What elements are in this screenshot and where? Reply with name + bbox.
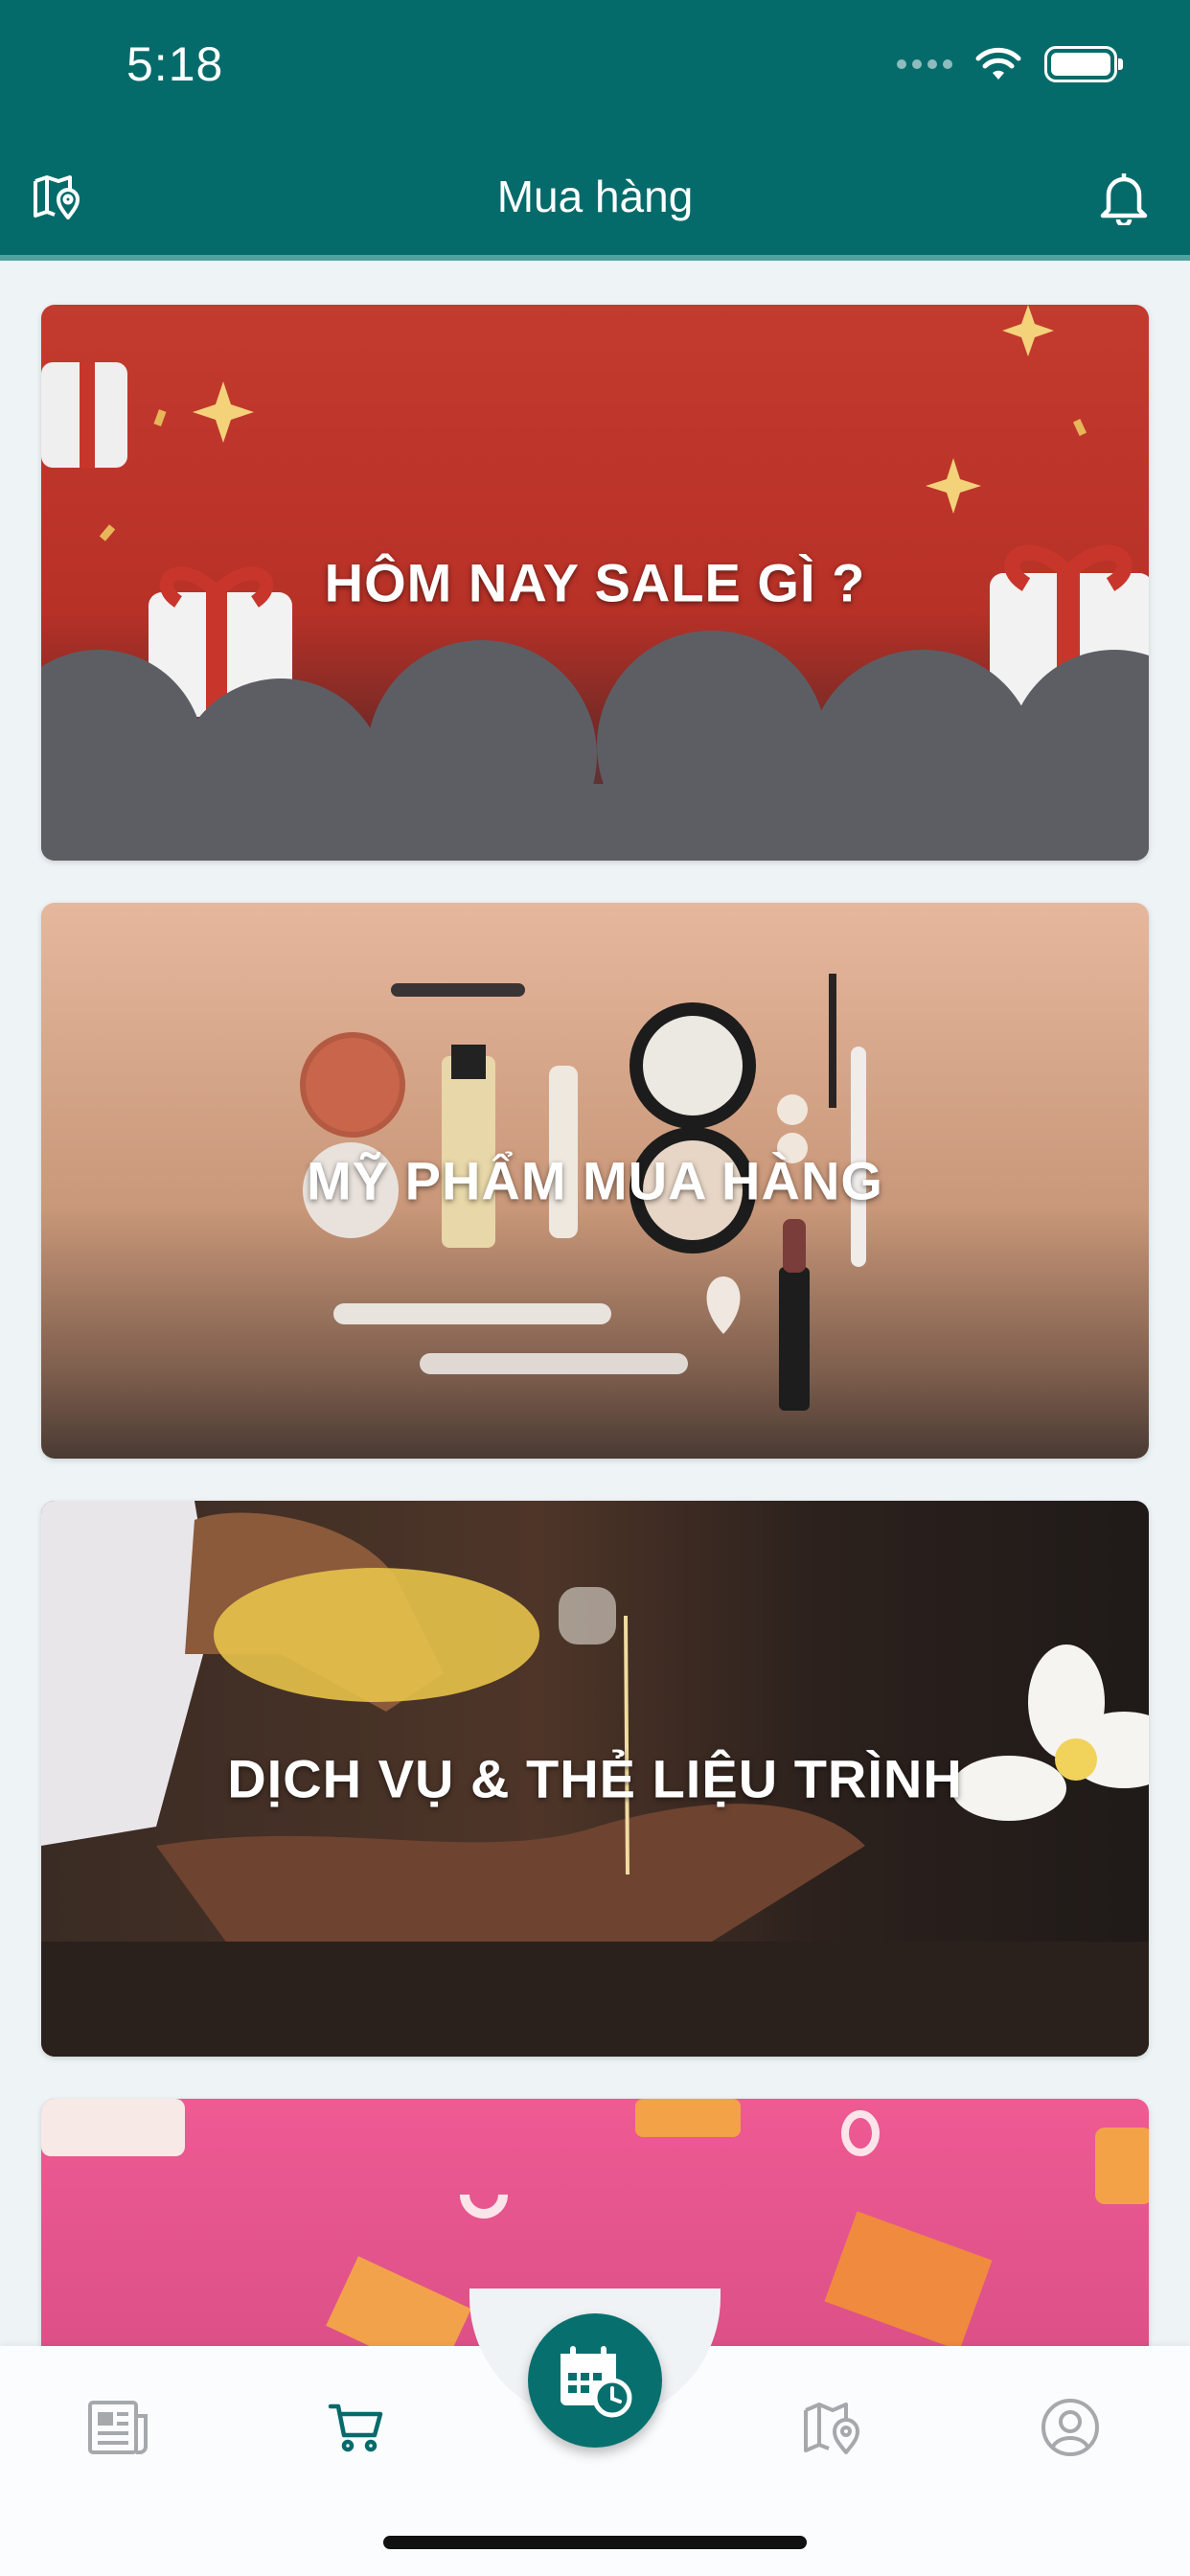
tab-profile[interactable]	[1027, 2384, 1113, 2471]
page-title: Mua hàng	[496, 172, 694, 221]
tab-shopping[interactable]	[312, 2384, 399, 2471]
services-card-label: DỊCH VỤ & THẺ LIỆU TRÌNH	[227, 1748, 963, 1809]
sale-card-label: HÔM NAY SALE GÌ ?	[324, 552, 866, 613]
tab-news[interactable]	[75, 2384, 161, 2471]
app-header: 5:18 Mua hàng	[0, 0, 1190, 261]
cart-icon	[328, 2404, 383, 2452]
signal-icon	[897, 59, 952, 69]
bell-icon[interactable]	[1090, 163, 1157, 230]
wifi-icon	[975, 47, 1021, 80]
profile-icon	[1041, 2399, 1099, 2456]
status-indicators	[897, 46, 1123, 82]
tab-map[interactable]	[790, 2384, 876, 2471]
calendar-clock-icon	[561, 2346, 632, 2418]
cosmetics-card[interactable]: MỸ PHẨM MUA HÀNG	[41, 903, 1149, 1459]
home-indicator	[383, 2536, 807, 2549]
cosmetics-card-label: MỸ PHẨM MUA HÀNG	[307, 1150, 883, 1211]
services-card[interactable]: DỊCH VỤ & THẺ LIỆU TRÌNH	[41, 1501, 1149, 2057]
battery-icon	[1044, 46, 1123, 82]
map-icon	[804, 2403, 859, 2454]
news-icon	[88, 2401, 148, 2454]
sale-card[interactable]: HÔM NAY SALE GÌ ?	[41, 305, 1149, 861]
status-time: 5:18	[126, 37, 224, 91]
tab-booking[interactable]	[528, 2313, 662, 2448]
